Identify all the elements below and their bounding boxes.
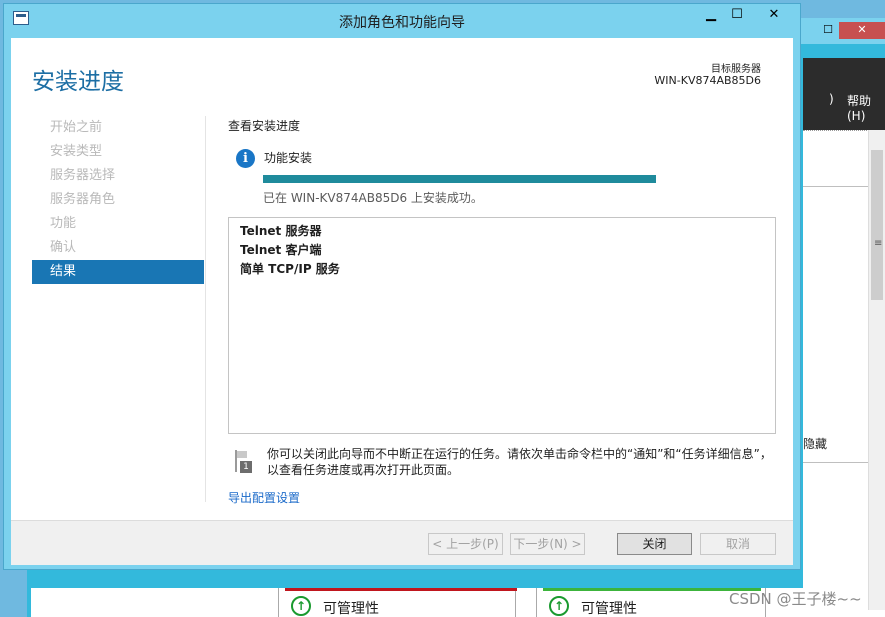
target-server-value: WIN-KV874AB85D6 [654, 74, 761, 87]
maximize-button[interactable]: ☐ [724, 5, 750, 25]
bg-close-icon[interactable]: ✕ [839, 22, 885, 39]
section-title: 查看安装进度 [228, 119, 301, 133]
hide-link[interactable]: 隐藏 [803, 435, 827, 452]
wizard-client-area: 安装进度 目标服务器 WIN-KV874AB85D6 开始之前 安装类型 服务器… [11, 38, 793, 565]
nav-step-installation-type[interactable]: 安装类型 [32, 140, 204, 164]
up-arrow-icon: ↑ [291, 596, 311, 616]
nav-step-server-selection[interactable]: 服务器选择 [32, 164, 204, 188]
nav-step-server-roles[interactable]: 服务器角色 [32, 188, 204, 212]
close-window-button[interactable]: ✕ [750, 5, 798, 25]
add-roles-wizard-dialog: 添加角色和功能向导 ▁ ☐ ✕ 安装进度 目标服务器 WIN-KV874AB85… [3, 3, 801, 570]
bg-maximize-icon[interactable]: ☐ [815, 22, 841, 39]
export-configuration-link[interactable]: 导出配置设置 [228, 489, 300, 506]
nav-step-features[interactable]: 功能 [32, 212, 204, 236]
close-wizard-notice: 你可以关闭此向导而不中断正在运行的任务。请依次单击命令栏中的“通知”和“任务详细… [267, 447, 772, 477]
installed-features-list[interactable]: Telnet 服务器 Telnet 客户端 简单 TCP/IP 服务 [228, 217, 776, 434]
next-button[interactable]: 下一步(N) > [510, 533, 585, 555]
list-item: Telnet 客户端 [240, 243, 322, 257]
server-manager-toolbar: ) 帮助(H) [803, 58, 885, 130]
list-item: 简单 TCP/IP 服务 [240, 262, 340, 276]
watermark: CSDN @王子楼~~ [729, 590, 862, 608]
target-server-label: 目标服务器 [711, 64, 761, 75]
previous-button[interactable]: < 上一步(P) [428, 533, 503, 555]
tile-status-bar-red [285, 588, 517, 591]
wizard-titlebar[interactable]: 添加角色和功能向导 ▁ ☐ ✕ [4, 4, 800, 38]
bg-divider [803, 130, 867, 131]
list-item: Telnet 服务器 [240, 224, 322, 238]
notification-flag-icon: 1 [233, 450, 253, 474]
tile-label: 可管理性 [581, 601, 637, 617]
close-button[interactable]: 关闭 [617, 533, 692, 555]
wizard-footer: < 上一步(P) 下一步(N) > 关闭 取消 [11, 520, 793, 565]
window-title: 添加角色和功能向导 [339, 15, 465, 31]
bg-scrollbar[interactable]: ≡ [868, 130, 885, 610]
install-status-text: 已在 WIN-KV874AB85D6 上安装成功。 [263, 191, 483, 205]
bg-tiles-area: ↑ 可管理性 ↑ 可管理性 [31, 588, 803, 617]
server-manager-content: 隐藏 ≡ [803, 130, 885, 617]
manageability-tile-1[interactable]: ↑ 可管理性 [278, 588, 517, 617]
nav-step-confirmation[interactable]: 确认 [32, 236, 204, 260]
nav-step-before-you-begin[interactable]: 开始之前 [32, 116, 204, 140]
install-progress-bar [263, 175, 656, 183]
wizard-steps-nav: 开始之前 安装类型 服务器选择 服务器角色 功能 确认 结果 [32, 116, 204, 284]
flag-cloth [237, 451, 247, 458]
install-label: 功能安装 [264, 151, 313, 165]
bg-welcome-panel: 隐藏 [803, 186, 869, 463]
up-arrow-icon: ↑ [549, 596, 569, 616]
minimize-button[interactable]: ▁ [698, 5, 724, 25]
cancel-button[interactable]: 取消 [700, 533, 776, 555]
info-icon: i [236, 149, 255, 168]
page-title: 安装进度 [32, 69, 124, 95]
help-menu[interactable]: 帮助(H) [847, 92, 885, 123]
notification-count-badge: 1 [240, 461, 252, 473]
grip-icon: ≡ [874, 238, 883, 249]
nav-divider [205, 116, 206, 502]
nav-step-results[interactable]: 结果 [32, 260, 204, 284]
tile-label: 可管理性 [323, 601, 379, 617]
bg-menu-fragment: ) [829, 92, 834, 106]
install-progress-fill [263, 175, 656, 183]
bg-scroll-thumb[interactable]: ≡ [871, 150, 883, 300]
